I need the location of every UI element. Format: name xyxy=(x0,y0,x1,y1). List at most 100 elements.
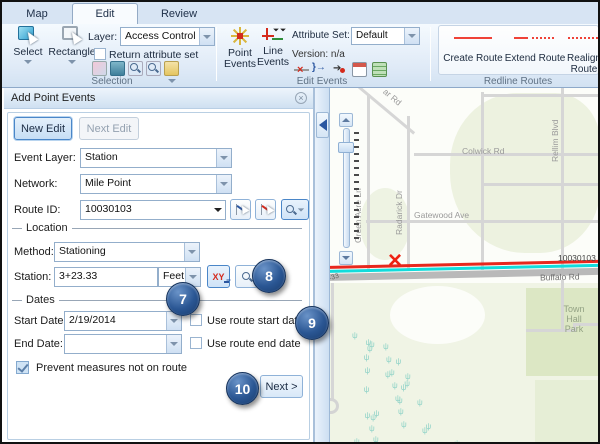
marsh-symbol: ψ xyxy=(373,435,379,444)
end-date-value xyxy=(65,335,166,353)
magnifier-icon xyxy=(241,271,253,283)
street-label: Gatewood Ave xyxy=(414,210,469,220)
marsh-symbol: ψ xyxy=(454,439,460,444)
collapse-panel-button[interactable] xyxy=(316,112,329,138)
move-event-icon[interactable]: ➔ xyxy=(332,62,347,77)
create-route-button[interactable]: Create Route xyxy=(442,53,504,64)
marsh-symbol: ψ xyxy=(354,437,360,444)
panel-splitter[interactable] xyxy=(314,88,330,444)
use-route-start-date-checkbox[interactable] xyxy=(190,314,202,326)
clear-selection-icon[interactable] xyxy=(92,61,107,76)
road xyxy=(481,183,600,186)
chevron-down-icon[interactable] xyxy=(216,149,231,167)
point-events-icon xyxy=(230,26,250,46)
chevron-down-icon[interactable] xyxy=(184,243,199,261)
marsh-symbol: ψ xyxy=(401,420,407,429)
chevron-down-icon[interactable] xyxy=(166,335,181,353)
return-attribute-set-label: Return attribute set xyxy=(109,49,198,61)
dates-section-title: Dates xyxy=(22,294,59,306)
layer-dropdown[interactable]: Access Control xyxy=(120,27,215,46)
new-edit-button[interactable]: New Edit xyxy=(14,117,72,140)
route-zoom-options-button[interactable] xyxy=(281,199,309,220)
selection-group-title: Selection xyxy=(42,76,182,87)
attribute-set-label: Attribute Set: xyxy=(292,30,350,41)
select-button[interactable]: Select xyxy=(8,26,48,64)
zoom-slider-handle[interactable] xyxy=(338,142,354,153)
map-canvas[interactable]: × ar Rd Colwick Rd Rellim Blvd Radarick … xyxy=(330,88,600,444)
chevron-down-icon[interactable] xyxy=(211,201,225,219)
pick-route-red-icon xyxy=(259,203,273,217)
marsh-symbol: ψ xyxy=(352,331,358,340)
clearing-area xyxy=(390,286,485,344)
network-label: Network: xyxy=(14,178,57,190)
tab-edit[interactable]: Edit xyxy=(72,3,138,24)
callout-10: 10 xyxy=(226,372,259,405)
event-table-icon[interactable] xyxy=(372,62,387,77)
next-edit-button[interactable]: Next Edit xyxy=(79,117,139,140)
extend-route-button[interactable]: Extend Route xyxy=(504,53,566,64)
street-label: Buffalo Rd xyxy=(540,272,580,283)
chevron-down-icon[interactable] xyxy=(404,28,419,44)
event-attributes-icon[interactable] xyxy=(352,62,367,77)
marsh-symbol: ψ xyxy=(365,366,371,375)
app-window: Map Edit Review Select Rectangle Layer: … xyxy=(0,0,600,444)
extend-route-icon xyxy=(532,37,554,39)
select-button-label: Select xyxy=(13,46,42,58)
station-input[interactable]: 3+23.33 xyxy=(54,267,158,287)
marsh-symbol: ψ xyxy=(396,357,402,366)
zoom-out-button[interactable] xyxy=(339,251,353,265)
realign-route-button[interactable]: Realign Route xyxy=(562,53,600,75)
tab-map[interactable]: Map xyxy=(12,4,62,24)
tab-review[interactable]: Review xyxy=(148,4,210,24)
use-route-end-date-label: Use route end date xyxy=(207,338,301,350)
zoom-slider-ticks xyxy=(354,132,359,244)
chevron-down-icon[interactable] xyxy=(68,60,76,64)
xy-coordinates-button[interactable]: XY xyxy=(207,265,230,288)
close-icon[interactable]: × xyxy=(295,92,307,104)
chevron-down-icon[interactable] xyxy=(199,28,214,45)
station-tick-label: -33 xyxy=(330,273,340,283)
chevron-down-icon[interactable] xyxy=(24,60,32,64)
chevron-up-icon xyxy=(342,118,350,122)
pick-route-from-map-button[interactable] xyxy=(230,199,251,220)
line-events-button[interactable]: Line Events xyxy=(256,26,290,68)
zoom-in-button[interactable] xyxy=(339,113,353,127)
road-radarick xyxy=(407,116,410,270)
point-events-button[interactable]: Point Events xyxy=(224,26,256,70)
start-date-input[interactable]: 2/19/2014 xyxy=(64,311,182,331)
merge-events-icon[interactable]: }→ xyxy=(312,62,327,77)
marsh-symbol: ψ xyxy=(426,422,432,431)
station-value: 3+23.33 xyxy=(55,268,157,286)
street-label: Rellim Blvd xyxy=(550,119,560,162)
street-label: Radarick Dr xyxy=(394,190,404,235)
edit-events-group-title: Edit Events xyxy=(252,76,392,87)
end-date-input[interactable] xyxy=(64,334,182,354)
use-route-end-date-checkbox[interactable] xyxy=(190,337,202,349)
prevent-measures-checkbox[interactable] xyxy=(16,361,29,374)
marsh-symbol: ψ xyxy=(374,409,380,418)
network-value: Mile Point xyxy=(81,175,216,193)
zoom-to-selection-icon[interactable] xyxy=(128,61,143,76)
rectangle-button-label: Rectangle xyxy=(48,46,95,58)
network-dropdown[interactable]: Mile Point xyxy=(80,174,232,194)
route-id-value: 10030103 xyxy=(81,201,211,219)
panel-titlebar: Add Point Events × xyxy=(4,88,313,109)
pick-route-from-selection-button[interactable] xyxy=(255,199,276,220)
pan-to-selection-icon[interactable] xyxy=(146,61,161,76)
start-date-value: 2/19/2014 xyxy=(65,312,166,330)
park-area xyxy=(535,380,600,444)
street-label: ar Rd xyxy=(381,88,403,108)
method-dropdown[interactable]: Stationing xyxy=(54,242,200,262)
marsh-symbol: ψ xyxy=(398,407,404,416)
next-button[interactable]: Next > xyxy=(260,375,303,398)
attribute-set-dropdown[interactable]: Default xyxy=(351,27,420,45)
event-layer-dropdown[interactable]: Station xyxy=(80,148,232,168)
return-attribute-set-checkbox[interactable] xyxy=(94,48,106,60)
road-belmar xyxy=(331,283,334,399)
selection-options-icon[interactable] xyxy=(164,61,179,76)
split-event-icon[interactable]: × xyxy=(294,62,309,77)
route-id-combo[interactable]: 10030103 xyxy=(80,200,226,220)
chevron-down-icon[interactable] xyxy=(216,175,231,193)
chevron-down-icon xyxy=(342,256,350,260)
select-all-icon[interactable] xyxy=(110,61,125,76)
